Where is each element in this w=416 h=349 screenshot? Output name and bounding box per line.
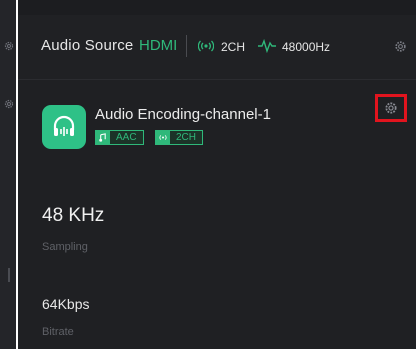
bitrate-label: Bitrate	[42, 326, 74, 338]
divider	[186, 35, 187, 57]
channel-count: 2CH	[221, 40, 246, 54]
encoding-settings-button[interactable]	[375, 94, 407, 122]
audio-source-header: Audio Source HDMI 2CH 48000Hz	[18, 15, 416, 80]
audio-panel: Audio Source HDMI 2CH 48000Hz Audio Enco…	[18, 0, 416, 349]
codec-badge: AAC	[95, 130, 144, 145]
channel-label: 2CH	[176, 132, 197, 143]
music-note-icon	[95, 130, 110, 145]
bitrate-value: 64Kbps	[42, 296, 90, 312]
broadcast-icon	[155, 130, 170, 145]
broadcast-icon	[198, 40, 214, 52]
gear-icon[interactable]	[3, 98, 15, 110]
audio-source-value: HDMI	[139, 37, 178, 54]
left-panel-strip	[0, 0, 16, 349]
headphones-icon	[42, 105, 86, 149]
audio-source-title: Audio Source	[41, 37, 134, 54]
audio-wave-icon	[258, 39, 276, 53]
encoding-title: Audio Encoding-channel-1	[95, 106, 271, 123]
gear-icon[interactable]	[3, 40, 15, 52]
sampling-label: Sampling	[42, 241, 88, 253]
audio-encoding-card: Audio Encoding-channel-1 AAC 2CH 48 KHz …	[18, 80, 416, 349]
scroll-indicator	[8, 268, 10, 282]
sample-rate: 48000Hz	[282, 40, 331, 54]
codec-label: AAC	[116, 132, 137, 143]
gear-icon	[385, 102, 397, 114]
channel-badge: 2CH	[155, 130, 204, 145]
gear-icon[interactable]	[394, 40, 407, 53]
sampling-value: 48 KHz	[42, 205, 105, 226]
